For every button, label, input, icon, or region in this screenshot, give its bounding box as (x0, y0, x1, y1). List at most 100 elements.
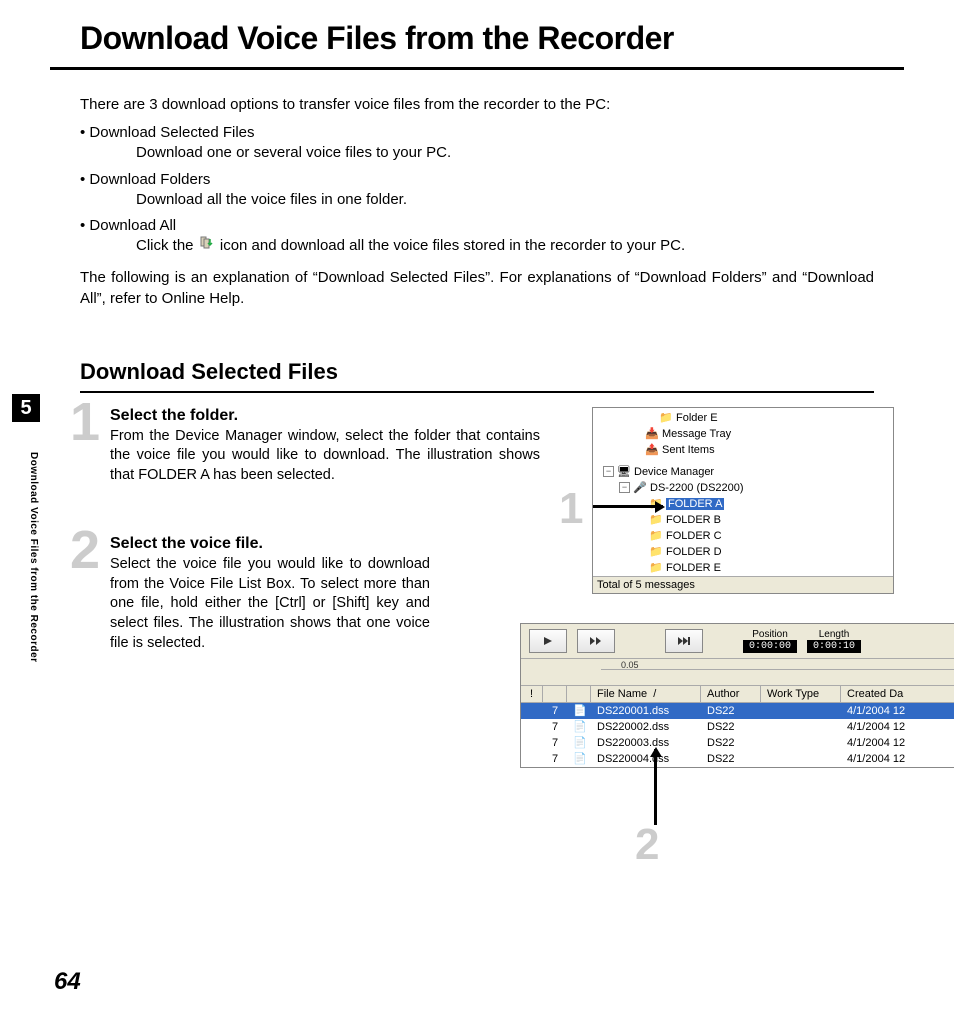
device-manager-icon: 🖥 (617, 466, 631, 478)
title-rule (50, 67, 904, 70)
player-toolbar: Position 0:00:00 Length 0:00:10 (521, 624, 954, 659)
file-icon: 📄 (567, 720, 591, 733)
download-all-icon (200, 236, 214, 256)
list-item: Download Folders Download all the voice … (80, 170, 874, 211)
bullet-desc-suffix: icon and download all the voice files st… (220, 237, 685, 254)
list-item: Download All Click the icon and download… (80, 216, 874, 257)
folder-icon: 📁 (659, 412, 673, 424)
timeline[interactable]: 0.05 (521, 659, 954, 686)
tree-label-selected: FOLDER A (666, 498, 724, 510)
tree-item-folder-a[interactable]: 📁FOLDER A (597, 496, 889, 512)
cell-priority: 7 (543, 753, 567, 765)
timeline-tick: 0.05 (621, 660, 639, 670)
side-running-head: Download Voice Files from the Recorder (28, 452, 39, 663)
table-row[interactable]: 7 📄 DS220002.dss DS22 4/1/2004 12 (521, 719, 954, 735)
callout-arrow (654, 749, 657, 825)
collapse-icon[interactable]: − (603, 466, 614, 477)
table-row[interactable]: 7 📄 DS220001.dss DS22 4/1/2004 12 (521, 703, 954, 719)
tree-item[interactable]: 📁Folder E (597, 410, 889, 426)
bullet-desc-prefix: Click the (136, 237, 194, 254)
col-author[interactable]: Author (701, 686, 761, 702)
section-title: Download Selected Files (80, 359, 874, 385)
bullet-desc: Download all the voice files in one fold… (80, 190, 874, 210)
tree-label: DS-2200 (DS2200) (650, 482, 744, 494)
tree-item[interactable]: −🖥Device Manager (597, 464, 889, 480)
skip-end-button[interactable] (665, 629, 703, 653)
fast-forward-button[interactable] (577, 629, 615, 653)
tree-item[interactable]: 📁FOLDER B (597, 512, 889, 528)
cell-created: 4/1/2004 12 (841, 705, 954, 717)
callout-arrow (593, 505, 663, 508)
cell-created: 4/1/2004 12 (841, 753, 954, 765)
tree-item[interactable]: −🎤DS-2200 (DS2200) (597, 480, 889, 496)
tree-label: Device Manager (634, 466, 714, 478)
step-number: 1 (70, 395, 100, 449)
folder-icon: 📁 (649, 546, 663, 558)
page-title: Download Voice Files from the Recorder (80, 20, 904, 57)
recorder-icon: 🎤 (633, 482, 647, 494)
tree-label: Folder E (676, 412, 718, 424)
followup-text: The following is an explanation of “Down… (80, 267, 874, 309)
list-item: Download Selected Files Download one or … (80, 123, 874, 164)
tree-label: FOLDER D (666, 546, 722, 558)
download-options-list: Download Selected Files Download one or … (80, 123, 874, 257)
length-label: Length (807, 629, 861, 640)
tree-item[interactable]: 📁FOLDER D (597, 544, 889, 560)
folder-icon: 📁 (649, 562, 663, 574)
tree-label: Message Tray (662, 428, 731, 440)
sent-icon: 📤 (645, 444, 659, 456)
col-created-date[interactable]: Created Da (841, 686, 954, 702)
cell-author: DS22 (701, 705, 761, 717)
file-icon: 📄 (567, 704, 591, 717)
collapse-icon[interactable]: − (619, 482, 630, 493)
status-bar: Total of 5 messages (593, 576, 893, 593)
section-rule (80, 391, 874, 393)
tree-label: Sent Items (662, 444, 715, 456)
cell-file-name: DS220003.dss (591, 737, 701, 749)
cell-created: 4/1/2004 12 (841, 721, 954, 733)
col-priority-flag[interactable]: ! (521, 686, 543, 702)
voice-file-list: ! File Name / Author Work Type Created D… (521, 686, 954, 767)
bullet-title: Download All (80, 217, 176, 234)
file-icon: 📄 (567, 752, 591, 765)
folder-icon: 📁 (649, 530, 663, 542)
cell-priority: 7 (543, 721, 567, 733)
tree-item[interactable]: 📁FOLDER C (597, 528, 889, 544)
intro-text: There are 3 download options to transfer… (80, 94, 874, 115)
bullet-title: Download Folders (80, 171, 210, 188)
callout-number: 2 (635, 820, 659, 870)
play-button[interactable] (529, 629, 567, 653)
table-header: ! File Name / Author Work Type Created D… (521, 686, 954, 703)
col-work-type[interactable]: Work Type (761, 686, 841, 702)
tree-label: FOLDER C (666, 530, 722, 542)
length-value: 0:00:10 (807, 640, 861, 653)
cell-file-name: DS220001.dss (591, 705, 701, 717)
step-description: Select the voice file you would like to … (110, 555, 430, 653)
cell-author: DS22 (701, 737, 761, 749)
tree-label: FOLDER B (666, 514, 721, 526)
step-number: 2 (70, 523, 100, 577)
cell-priority: 7 (543, 705, 567, 717)
tree-item[interactable]: 📁FOLDER E (597, 560, 889, 576)
tree-label: FOLDER E (666, 562, 721, 574)
col-blank[interactable] (543, 686, 567, 702)
cell-file-name: DS220004.dss (591, 753, 701, 765)
cell-file-name: DS220002.dss (591, 721, 701, 733)
position-display: Position 0:00:00 (743, 629, 797, 653)
device-manager-screenshot: 1 📁Folder E 📥Message Tray 📤Sent Items −🖥… (592, 407, 894, 594)
col-file-name[interactable]: File Name / (591, 686, 701, 702)
tree-item[interactable]: 📤Sent Items (597, 442, 889, 458)
table-row[interactable]: 7 📄 DS220003.dss DS22 4/1/2004 12 (521, 735, 954, 751)
position-value: 0:00:00 (743, 640, 797, 653)
page-number: 64 (54, 968, 81, 996)
table-row[interactable]: 7 📄 DS220004.dss DS22 4/1/2004 12 (521, 751, 954, 767)
step-title: Select the folder. (110, 407, 540, 425)
tray-icon: 📥 (645, 428, 659, 440)
cell-priority: 7 (543, 737, 567, 749)
cell-author: DS22 (701, 753, 761, 765)
file-icon: 📄 (567, 736, 591, 749)
cell-created: 4/1/2004 12 (841, 737, 954, 749)
tree-item[interactable]: 📥Message Tray (597, 426, 889, 442)
col-icon[interactable] (567, 686, 591, 702)
chapter-number-tab: 5 (12, 394, 40, 422)
